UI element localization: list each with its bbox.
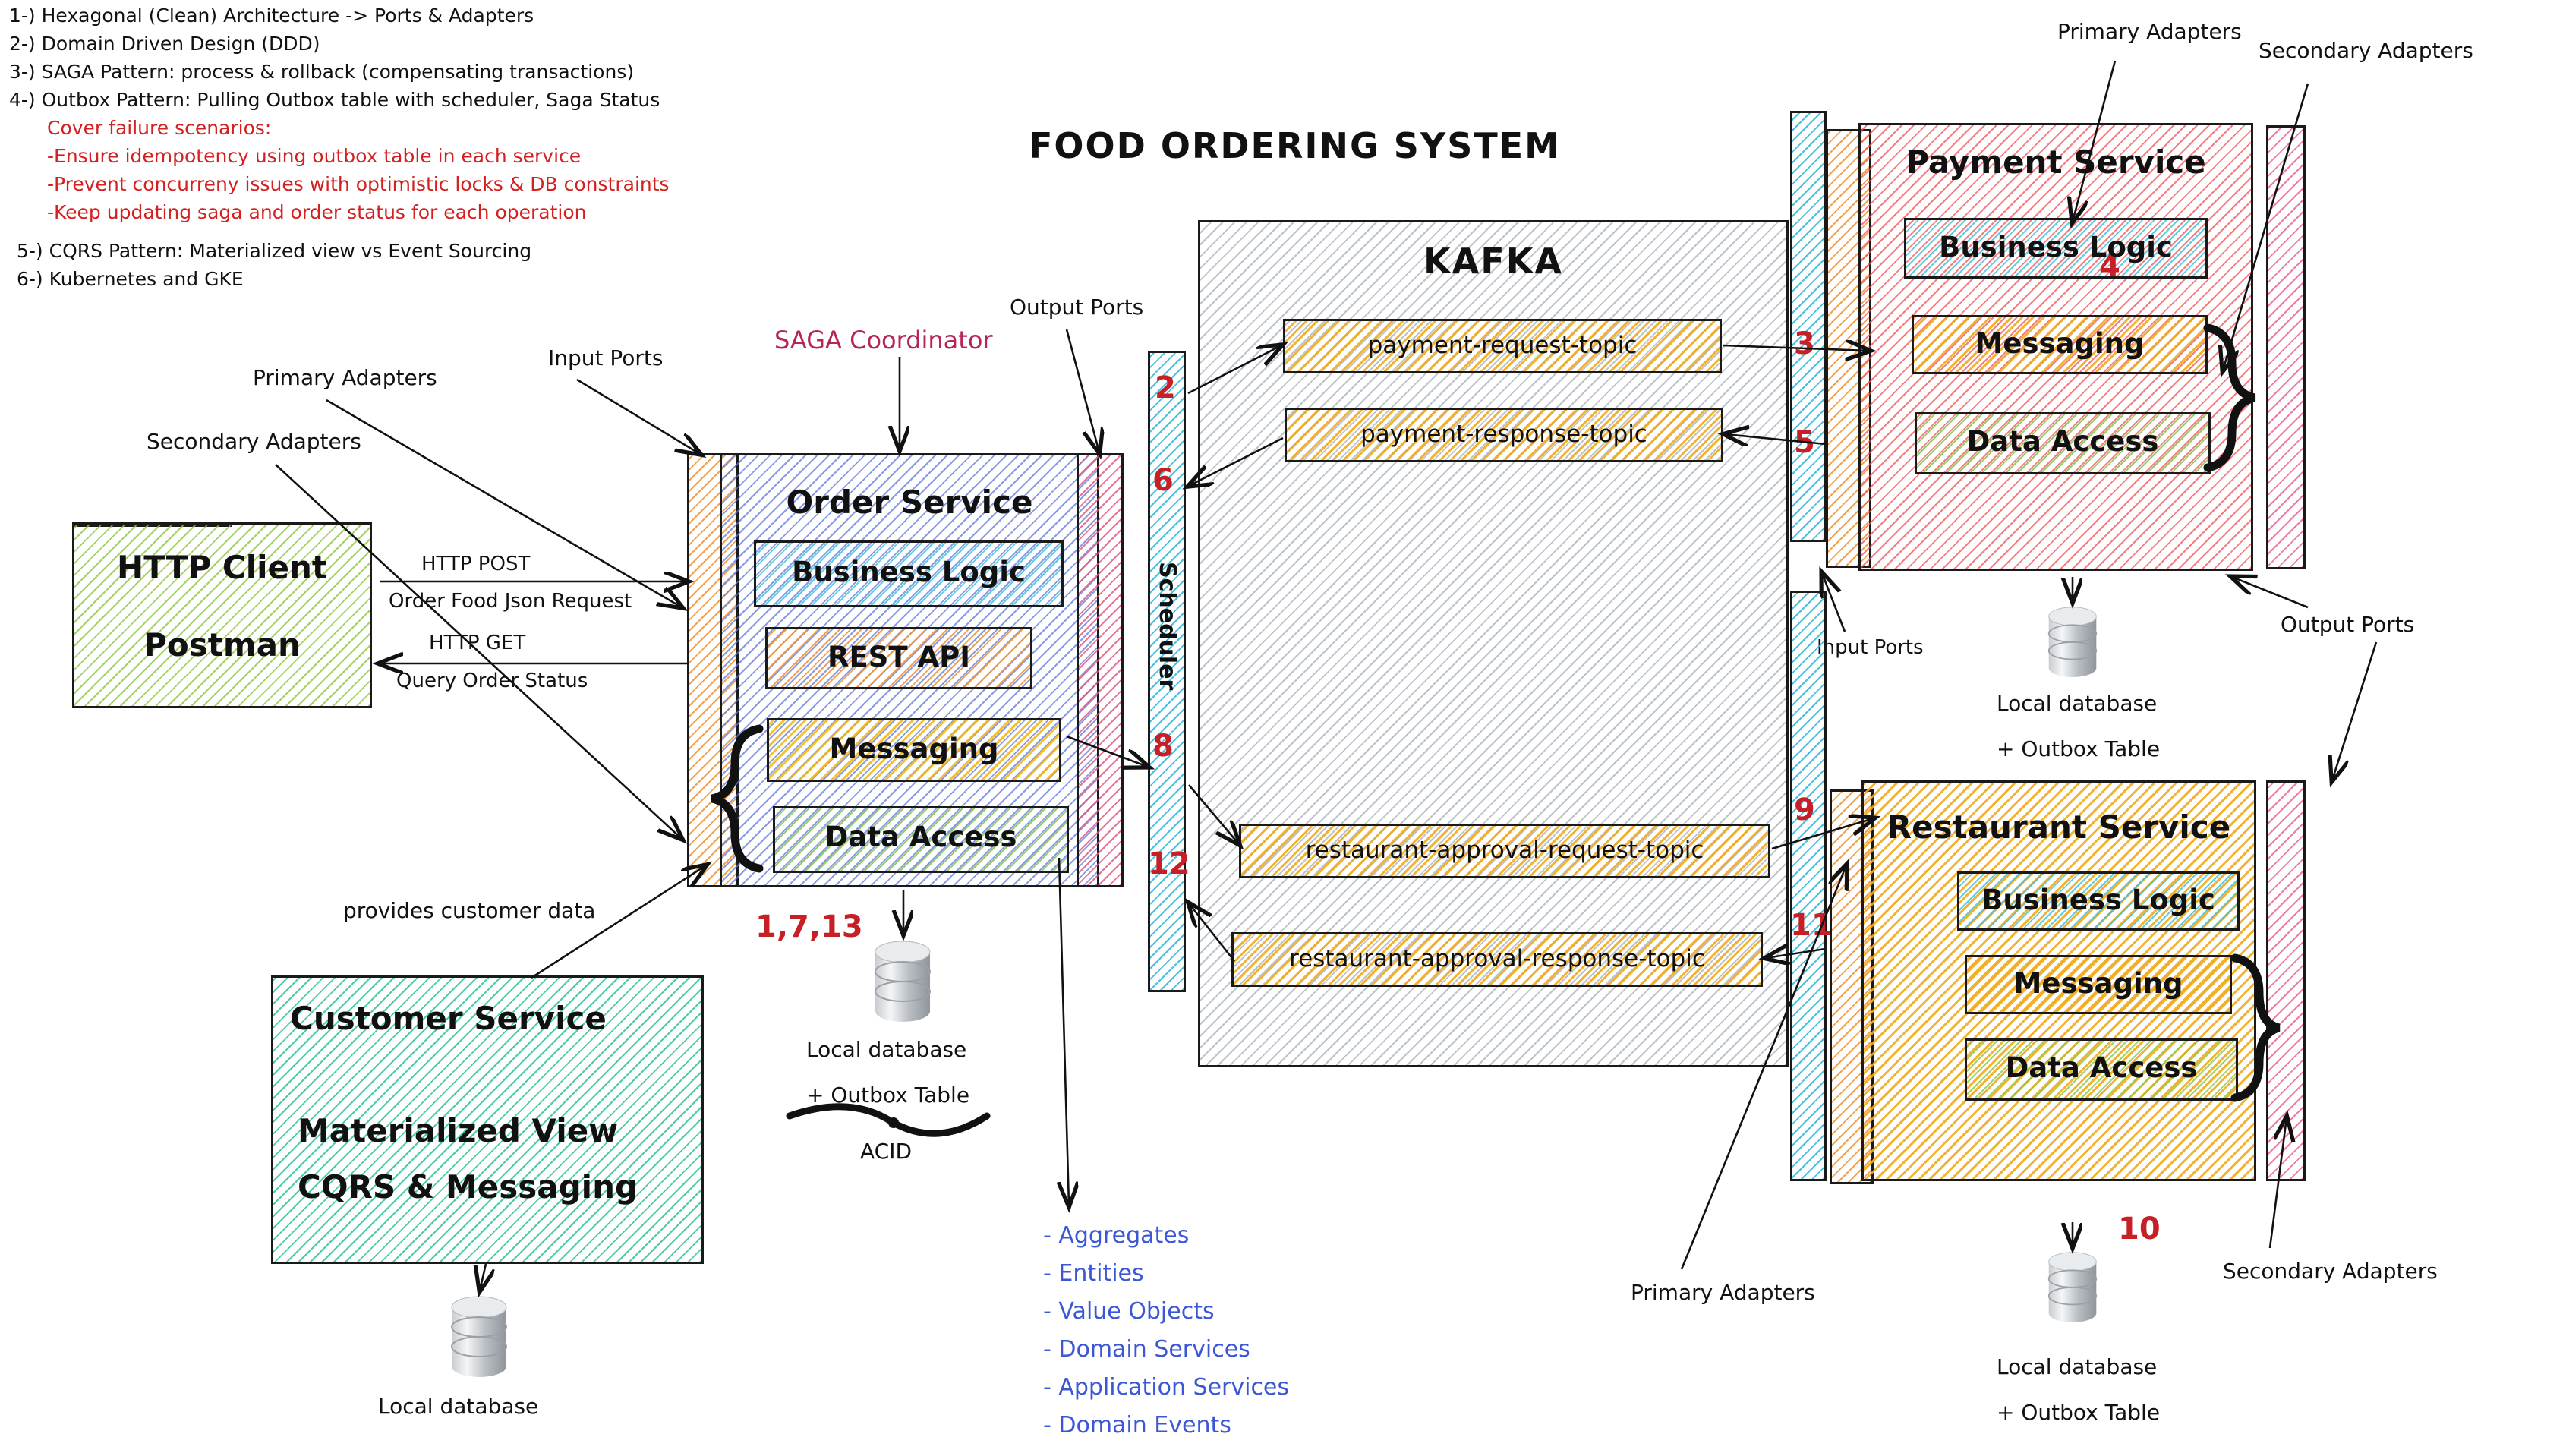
restaurant-business-logic-label: Business Logic <box>1981 884 2215 916</box>
order-db-number: 1,7,13 <box>755 909 863 944</box>
order-database-icon <box>875 941 931 1022</box>
legend-failure-heading: Cover failure scenarios: <box>47 117 272 139</box>
customer-service-title: Customer Service <box>290 1000 607 1037</box>
legend-failure-item-3: -Keep updating saga and order status for… <box>47 201 587 223</box>
http-client-label: HTTP Client <box>117 549 327 586</box>
payment-primary-adapters-label: Primary Adapters <box>2057 19 2242 44</box>
payment-db-label-2: + Outbox Table <box>1997 736 2161 761</box>
postman-label: Postman <box>143 626 301 663</box>
ddd-list-item-4: - Domain Services <box>1043 1336 1250 1363</box>
customer-service-line2: Materialized View <box>298 1112 619 1149</box>
order-secondary-adapters-label: Secondary Adapters <box>147 429 361 454</box>
legend-item-1: 1-) Hexagonal (Clean) Architecture -> Po… <box>9 5 534 27</box>
ddd-list-item-5: - Application Services <box>1043 1374 1290 1401</box>
restaurant-messaging-label: Messaging <box>2013 967 2183 1000</box>
payment-output-ports-label: Output Ports <box>2281 612 2415 637</box>
saga-coordinator-label: SAGA Coordinator <box>774 326 993 355</box>
hatch-fill <box>1792 593 1824 1179</box>
ddd-list-item-3: - Value Objects <box>1043 1298 1215 1325</box>
hatch-fill <box>2268 128 2303 567</box>
hatch-fill <box>1079 455 1121 885</box>
order-db-label-2: + Outbox Table <box>806 1083 970 1108</box>
payment-secondary-adapter-strip <box>2266 125 2306 569</box>
order-service-rest-api-label: REST API <box>827 641 971 673</box>
kafka-topic-payment-request-label: payment-request-topic <box>1367 332 1638 359</box>
provides-customer-data-label: provides customer data <box>343 898 596 923</box>
customer-service-line3: CQRS & Messaging <box>298 1168 638 1205</box>
legend-item-2: 2-) Domain Driven Design (DDD) <box>9 33 320 55</box>
hatch-fill <box>2268 783 2303 1179</box>
acid-label: ACID <box>860 1139 913 1164</box>
restaurant-db-number: 10 <box>2118 1212 2161 1246</box>
scheduler-label: Scheduler <box>1153 562 1181 691</box>
order-db-label-1: Local database <box>806 1037 967 1062</box>
order-service-messaging-label: Messaging <box>829 733 999 765</box>
ddd-list-item-1: - Aggregates <box>1043 1222 1190 1249</box>
payment-messaging-label: Messaging <box>1975 327 2145 360</box>
restaurant-database-icon <box>2047 1252 2098 1322</box>
payment-data-access-label: Data Access <box>1966 425 2159 458</box>
payment-db-label-1: Local database <box>1997 691 2158 716</box>
http-post-label: HTTP POST <box>421 553 531 575</box>
payment-secondary-adapters-label: Secondary Adapters <box>2259 38 2473 63</box>
legend-failure-item-2: -Prevent concurreny issues with optimist… <box>47 173 670 195</box>
scheduler-number-6: 6 <box>1152 463 1174 498</box>
restaurant-data-access-label: Data Access <box>2005 1051 2198 1084</box>
restaurant-scheduler-number-11: 11 <box>1790 908 1833 943</box>
query-order-status-label: Query Order Status <box>396 670 588 692</box>
page-title: FOOD ORDERING SYSTEM <box>1029 125 1561 166</box>
legend-item-5: 5-) CQRS Pattern: Materialized view vs E… <box>17 240 532 262</box>
kafka-topic-restaurant-approval-request-label: restaurant-approval-request-topic <box>1305 837 1704 864</box>
ddd-list-item-2: - Entities <box>1043 1260 1144 1287</box>
restaurant-primary-adapters-label: Primary Adapters <box>1631 1280 1815 1305</box>
restaurant-scheduler-bar <box>1790 591 1827 1181</box>
payment-scheduler-number-5: 5 <box>1794 425 1815 460</box>
payment-scheduler-number-3: 3 <box>1794 326 1815 361</box>
kafka-topic-restaurant-approval-response-label: restaurant-approval-response-topic <box>1289 945 1705 972</box>
legend-item-4: 4-) Outbox Pattern: Pulling Outbox table… <box>9 89 660 111</box>
legend-item-3: 3-) SAGA Pattern: process & rollback (co… <box>9 61 635 83</box>
order-service-data-access-label: Data Access <box>824 821 1017 853</box>
kafka-title: KAFKA <box>1423 241 1563 282</box>
restaurant-scheduler-number-9: 9 <box>1794 793 1815 827</box>
order-primary-adapters-label: Primary Adapters <box>253 365 437 390</box>
restaurant-service-title: Restaurant Service <box>1887 808 2231 846</box>
payment-service-title: Payment Service <box>1906 143 2206 181</box>
scheduler-number-2: 2 <box>1155 370 1176 405</box>
restaurant-db-label-1: Local database <box>1997 1354 2158 1379</box>
legend-item-6: 6-) Kubernetes and GKE <box>17 268 244 290</box>
payment-input-ports-label: Input Ports <box>1817 636 1924 659</box>
restaurant-secondary-adapters-label: Secondary Adapters <box>2223 1259 2438 1284</box>
scheduler-number-8: 8 <box>1152 729 1174 764</box>
legend-failure-item-1: -Ensure idempotency using outbox table i… <box>47 145 582 167</box>
order-service-title: Order Service <box>786 484 1033 521</box>
customer-db-label: Local database <box>378 1394 539 1419</box>
restaurant-secondary-adapter-strip <box>2266 780 2306 1181</box>
order-input-ports-label: Input Ports <box>548 345 664 370</box>
order-food-json-label: Order Food Json Request <box>389 590 632 613</box>
restaurant-db-label-2: + Outbox Table <box>1997 1400 2161 1425</box>
http-get-label: HTTP GET <box>429 632 526 654</box>
order-service-business-logic-label: Business Logic <box>792 556 1026 588</box>
kafka-topic-payment-response-label: payment-response-topic <box>1360 421 1647 448</box>
scheduler-number-12: 12 <box>1148 846 1190 881</box>
payment-database-icon <box>2047 607 2098 677</box>
payment-business-logic-label: Business Logic <box>1939 231 2173 263</box>
order-output-ports-label: Output Ports <box>1010 295 1144 320</box>
ddd-list-item-6: - Domain Events <box>1043 1412 1231 1439</box>
customer-database-icon <box>451 1296 507 1377</box>
